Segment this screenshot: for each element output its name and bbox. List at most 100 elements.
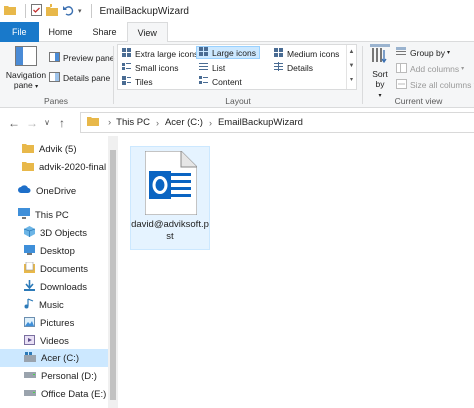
nav-item-music[interactable]: Music	[0, 296, 110, 314]
size-columns-icon	[396, 78, 407, 91]
layout-group-label: Layout	[225, 96, 251, 106]
breadcrumb-chevron-icon[interactable]: ›	[156, 118, 159, 128]
nav-item-videos[interactable]: Videos	[0, 332, 110, 350]
back-arrow-icon[interactable]: ←	[5, 116, 23, 130]
tiles-glyph-icon	[122, 76, 132, 87]
nav-item-downloads[interactable]: Downloads	[0, 278, 110, 296]
nav-item-onedrive[interactable]: OneDrive	[0, 182, 110, 200]
group-by-label: Group by	[410, 47, 445, 58]
cloud-icon	[18, 185, 31, 197]
layout-label: Small icons	[135, 62, 179, 73]
chevron-down-icon: ▾	[35, 84, 39, 90]
nav-item-advik-5[interactable]: Advik (5)	[0, 140, 110, 158]
desktop-icon	[24, 244, 35, 258]
divider	[25, 4, 26, 18]
nav-item-label: Music	[39, 299, 64, 311]
group-by-button[interactable]: Group by ▾	[396, 46, 450, 59]
customize-toolbar-chevron-icon[interactable]: ▾	[78, 7, 82, 15]
nav-item-advik-2020-final[interactable]: advik-2020-final	[0, 158, 110, 176]
layout-list[interactable]: List	[197, 61, 228, 74]
nav-item-personal-d[interactable]: Personal (D:)	[0, 367, 110, 385]
size-all-columns-label: Size all columns to fit	[410, 79, 474, 90]
recent-locations-chevron-icon[interactable]: ∨	[41, 118, 53, 127]
nav-item-label: Advik (5)	[39, 143, 77, 155]
forward-arrow-icon[interactable]: →	[23, 116, 41, 130]
tab-home[interactable]: Home	[39, 22, 83, 42]
group-by-icon	[396, 46, 407, 59]
up-arrow-icon[interactable]: ↑	[53, 116, 71, 130]
layout-gallery: Extra large icons Large icons Medium ico…	[117, 44, 357, 90]
preview-pane-button[interactable]: Preview pane	[49, 51, 115, 64]
nav-item-label: Desktop	[40, 245, 75, 257]
new-folder-icon[interactable]	[46, 4, 58, 18]
chevron-down-icon: ▾	[446, 50, 450, 56]
layout-details[interactable]: Details	[272, 61, 316, 74]
layout-tiles[interactable]: Tiles	[120, 75, 156, 88]
layout-gallery-scroll[interactable]: ▲ ▼ ▾	[346, 45, 356, 89]
layout-medium-icons[interactable]: Medium icons	[272, 47, 342, 60]
windows-drive-icon	[24, 351, 36, 365]
properties-icon[interactable]	[31, 4, 42, 18]
nav-item-label: advik-2020-final	[39, 161, 107, 173]
sort-by-button[interactable]: Sort by ▾	[367, 44, 393, 101]
file-list: david@adviksoft.pst	[118, 136, 474, 408]
download-arrow-icon	[24, 280, 35, 294]
details-pane-button[interactable]: Details pane	[49, 71, 110, 84]
layout-label: Tiles	[135, 76, 153, 87]
layout-extra-large-icons[interactable]: Extra large icons	[120, 47, 201, 60]
nav-item-pictures[interactable]: Pictures	[0, 314, 110, 332]
tab-view[interactable]: View	[126, 22, 168, 43]
breadcrumb-this-pc[interactable]: This PC	[116, 117, 150, 128]
current-view-group: Sort by ▾ Group by ▾ Add columns ▾ Size …	[363, 42, 474, 108]
music-note-icon	[24, 298, 34, 312]
panes-group-label: Panes	[43, 96, 69, 106]
nav-item-documents[interactable]: Documents	[0, 260, 110, 278]
quick-access-toolbar: ▾	[0, 0, 97, 22]
nav-item-label: Acer (C:)	[41, 352, 79, 364]
breadcrumb-acer-c[interactable]: Acer (C:)	[165, 117, 203, 128]
layout-small-icons[interactable]: Small icons	[120, 61, 181, 74]
tab-share[interactable]: Share	[83, 22, 127, 42]
drive-icon	[24, 389, 36, 400]
computer-icon	[18, 208, 30, 222]
pictures-icon	[24, 316, 35, 330]
breadcrumb-chevron-icon[interactable]: ›	[209, 118, 212, 128]
nav-item-office-data-e[interactable]: Office Data (E:)	[0, 385, 110, 403]
panes-group: Navigation pane ▾ Preview pane Details p…	[0, 42, 115, 108]
nav-item-label: Pictures	[40, 317, 75, 329]
nav-item-acer-c[interactable]: Acer (C:)	[0, 349, 110, 367]
nav-item-label: Office Data (E:)	[41, 388, 107, 400]
nav-item-label: Videos	[40, 335, 69, 347]
navigation-pane-icon	[15, 46, 37, 68]
nav-item-desktop[interactable]: Desktop	[0, 242, 110, 260]
large-icons-glyph-icon	[122, 48, 132, 59]
size-all-columns-button[interactable]: Size all columns to fit	[396, 78, 474, 91]
sort-by-icon	[370, 44, 390, 68]
navigation-pane-label: Navigation pane	[5, 70, 47, 90]
large-icons-glyph-icon	[199, 47, 209, 58]
file-item[interactable]: david@adviksoft.pst	[130, 146, 210, 250]
tab-file[interactable]: File	[0, 22, 39, 42]
layout-content[interactable]: Content	[197, 75, 245, 88]
expand-gallery-icon[interactable]: ▾	[347, 73, 356, 87]
layout-label: Details	[287, 62, 313, 73]
navigation-pane-button[interactable]: Navigation pane ▾	[4, 46, 48, 92]
breadcrumb-chevron-icon[interactable]: ›	[108, 117, 111, 128]
ribbon-tabs: File Home Share View	[0, 22, 474, 43]
file-name: david@adviksoft.pst	[131, 219, 209, 242]
address-bar[interactable]: › This PC › Acer (C:) › EmailBackupWizar…	[80, 112, 474, 133]
sort-by-label: Sort by	[372, 69, 388, 89]
breadcrumb-emailbackupwizard[interactable]: EmailBackupWizard	[218, 117, 303, 128]
layout-large-icons[interactable]: Large icons	[196, 46, 260, 59]
scroll-down-icon[interactable]: ▼	[347, 59, 356, 73]
scrollbar-thumb[interactable]	[110, 150, 116, 400]
nav-item-this-pc[interactable]: This PC	[0, 206, 110, 224]
navigation-pane: Advik (5) advik-2020-final OneDrive This…	[0, 136, 118, 408]
layout-label: Medium icons	[287, 48, 340, 59]
preview-pane-label: Preview pane	[63, 52, 115, 63]
undo-icon[interactable]	[62, 4, 74, 18]
folder-icon	[87, 116, 99, 129]
scroll-up-icon[interactable]: ▲	[347, 45, 356, 59]
add-columns-button[interactable]: Add columns ▾	[396, 62, 464, 75]
nav-item-3d-objects[interactable]: 3D Objects	[0, 224, 110, 242]
